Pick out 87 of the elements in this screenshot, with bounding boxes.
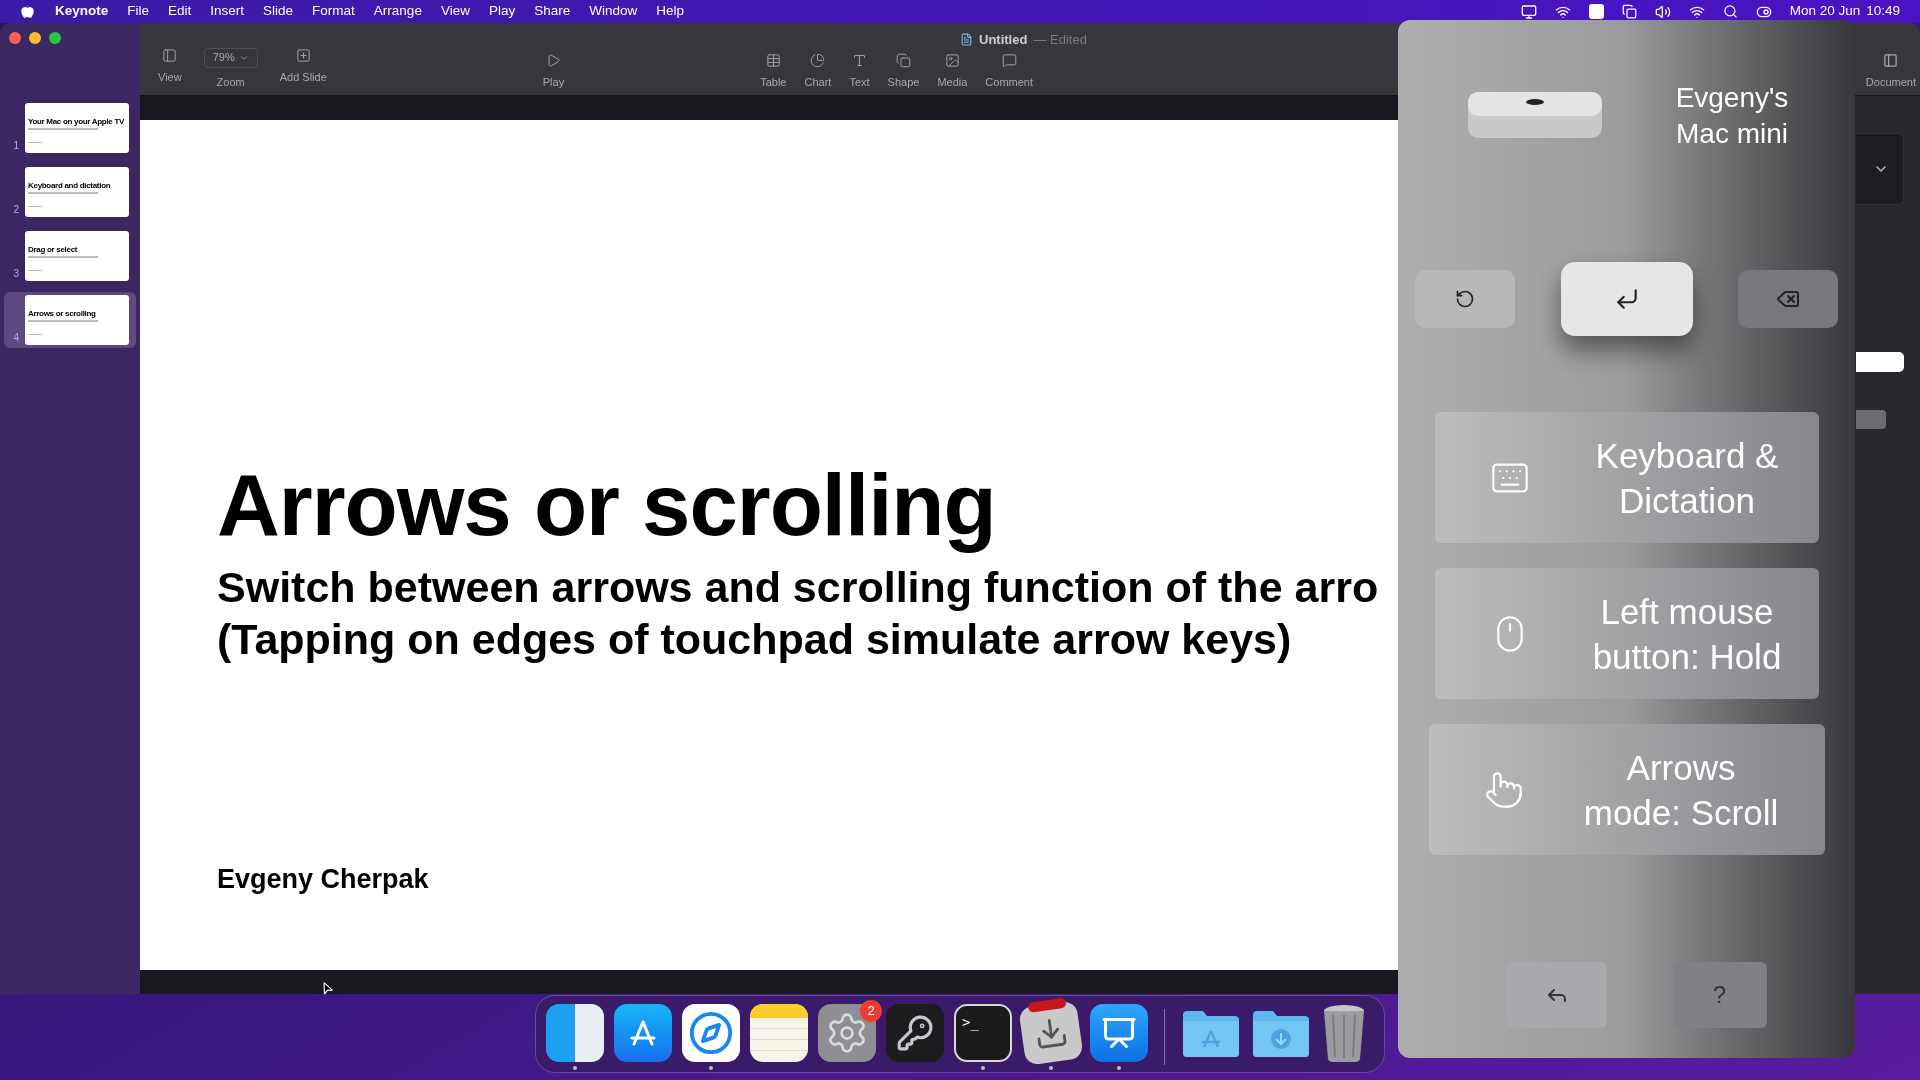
- menu-item[interactable]: Insert: [210, 1, 245, 22]
- edited-status: — Edited: [1033, 31, 1087, 49]
- menu-item[interactable]: Help: [656, 1, 684, 22]
- toolbar-button[interactable]: Chart: [796, 52, 840, 90]
- toolbar-button[interactable]: Document: [1865, 52, 1916, 90]
- search-icon[interactable]: [1722, 4, 1738, 19]
- refresh-icon: [1455, 289, 1475, 309]
- slide-author: Evgeny Cherpak: [217, 863, 430, 897]
- toolbar-button[interactable]: View: [150, 47, 190, 90]
- toolbar-button[interactable]: Comment: [977, 52, 1042, 90]
- comment-icon: [1001, 52, 1017, 68]
- windows-icon[interactable]: [1621, 4, 1637, 19]
- menu-item[interactable]: Window: [589, 1, 638, 22]
- key-button[interactable]: [1738, 270, 1838, 328]
- slide-thumbnail[interactable]: 2 Keyboard and dictation: [4, 164, 136, 220]
- shape-icon: [896, 52, 911, 68]
- image-icon: [944, 52, 960, 68]
- add-slide-icon: [295, 47, 311, 63]
- placeholder-line: [28, 270, 42, 271]
- inspector-icon: [1883, 52, 1899, 68]
- text-box-icon: [852, 52, 867, 68]
- toolbar-button[interactable]: Shape: [879, 52, 928, 90]
- slide-number: 4: [12, 331, 19, 345]
- menu-item[interactable]: Arrange: [373, 1, 422, 22]
- gear-icon[interactable]: [818, 1004, 876, 1062]
- notification-badge: 2: [860, 1000, 882, 1022]
- apple-logo-icon[interactable]: [20, 4, 35, 19]
- placeholder-line: [28, 206, 42, 207]
- thumbnail-title: Arrows or scrolling: [28, 310, 97, 318]
- dropdown-field[interactable]: [1856, 133, 1904, 205]
- slide-thumbnail[interactable]: 1 Your Mac on your Apple TV: [4, 100, 136, 156]
- notepad-icon[interactable]: [750, 1004, 808, 1062]
- menu-bar-time[interactable]: 10:49: [1866, 1, 1900, 22]
- keys-icon[interactable]: [886, 1004, 944, 1062]
- app-store-icon[interactable]: [614, 1004, 672, 1062]
- table-icon: [765, 52, 781, 68]
- menu-bar-date[interactable]: Mon 20 Jun: [1789, 1, 1861, 22]
- toolbar-button[interactable]: Table: [752, 52, 795, 90]
- key-button[interactable]: [1560, 262, 1693, 336]
- slide-number: 3: [12, 267, 19, 281]
- menu-item[interactable]: Slide: [263, 1, 294, 22]
- screen-mirroring-icon[interactable]: [1520, 3, 1537, 20]
- hand-pointer-icon: [1483, 769, 1524, 810]
- toolbar-button[interactable]: Text: [841, 52, 878, 90]
- menu-item[interactable]: Edit: [168, 1, 192, 22]
- placeholder-line: [28, 128, 98, 130]
- menu-item[interactable]: Share: [534, 1, 571, 22]
- slide-thumbnail[interactable]: 3 Drag or select: [4, 228, 136, 284]
- terminal-icon[interactable]: >_: [954, 1004, 1012, 1062]
- thumbnail-title: Drag or select: [28, 246, 79, 254]
- slide-subtitle: Switch between arrows and scrolling function of the arro: [217, 562, 1379, 614]
- sidebar-icon: [162, 47, 178, 63]
- document-icon: [960, 33, 973, 47]
- podium-icon[interactable]: [1090, 1004, 1148, 1062]
- menu-item[interactable]: File: [127, 1, 150, 22]
- trash-icon[interactable]: [1321, 1003, 1367, 1063]
- two-tone-square-icon[interactable]: [546, 1004, 604, 1062]
- toolbar-button[interactable]: Add Slide: [271, 47, 335, 90]
- volume-icon[interactable]: [1654, 3, 1671, 20]
- play-icon: [546, 52, 561, 68]
- device-name: Evgeny's Mac mini: [1674, 81, 1790, 151]
- thumbnail-title: Keyboard and dictation: [28, 182, 112, 190]
- slide-number: 2: [12, 203, 19, 217]
- thumbnail-title: Your Mac on your Apple TV: [28, 118, 126, 126]
- window-title: Untitled: [979, 31, 1028, 49]
- menu-item[interactable]: Format: [312, 1, 355, 22]
- slide-subtitle: (Tapping on edges of touchpad simulate arrow keys): [217, 614, 1292, 666]
- placeholder-line: [28, 142, 42, 143]
- menu-item[interactable]: View: [440, 1, 470, 22]
- toolbar-button[interactable]: Media: [929, 52, 976, 90]
- placeholder-line: [28, 320, 98, 322]
- zoom-button[interactable]: [49, 32, 61, 44]
- slide-title: Arrows or scrolling: [217, 455, 996, 555]
- slide-number: 1: [12, 139, 19, 153]
- zoom-dropdown[interactable]: 79%: [203, 47, 258, 68]
- slide-thumbnail[interactable]: 4 Arrows or scrolling: [4, 292, 136, 348]
- placeholder-line: [28, 256, 98, 258]
- placeholder-line: [28, 334, 42, 335]
- toolbar-button[interactable]: 79% Zoom: [195, 47, 266, 90]
- toolbar-button[interactable]: Play: [534, 52, 573, 90]
- close-button[interactable]: [9, 32, 21, 44]
- placeholder-line: [28, 192, 98, 194]
- chart-icon: [810, 52, 826, 68]
- compass-icon[interactable]: [682, 1004, 740, 1062]
- menu-item[interactable]: Play: [488, 1, 516, 22]
- menu-item[interactable]: Keynote: [55, 1, 109, 22]
- minimize-button[interactable]: [29, 32, 41, 44]
